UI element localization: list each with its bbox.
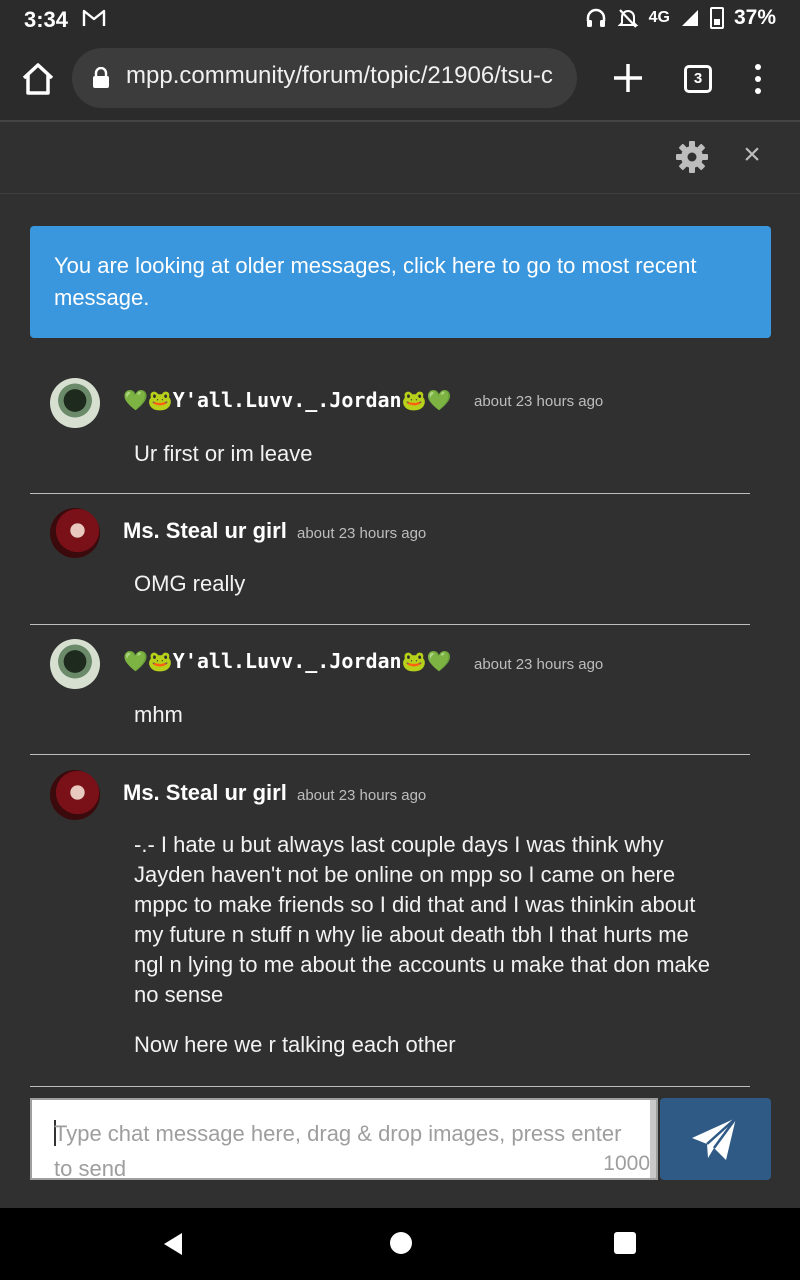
timestamp: about 23 hours ago xyxy=(474,393,604,410)
avatar[interactable] xyxy=(50,508,100,558)
older-messages-banner[interactable]: You are looking at older messages, click… xyxy=(30,226,771,338)
back-icon[interactable] xyxy=(162,1231,184,1257)
char-counter: 1000 xyxy=(603,1152,650,1175)
chat-message: 💚🐸Y'all.Luvv._.Jordan🐸💚 about 23 hours a… xyxy=(30,378,750,494)
headphones-icon xyxy=(586,8,605,27)
avatar[interactable] xyxy=(50,378,100,428)
chat-input-placeholder: Type chat message here, drag & drop imag… xyxy=(54,1121,622,1181)
address-bar[interactable]: mpp.community/forum/topic/21906/tsu-c xyxy=(72,48,577,108)
send-button[interactable] xyxy=(660,1098,771,1180)
message-text: mhm xyxy=(134,702,183,727)
message-text: -.- I hate u but always last couple days… xyxy=(134,832,711,1007)
avatar[interactable] xyxy=(50,639,100,689)
message-text: Now here we r talking each other xyxy=(134,1032,456,1057)
tab-switcher-button[interactable]: 3 xyxy=(684,65,712,93)
username[interactable]: Ms. Steal ur girl xyxy=(123,518,287,544)
battery-icon xyxy=(709,7,724,29)
gmail-icon xyxy=(82,9,106,26)
status-icons: 4G 37% xyxy=(585,6,776,30)
close-icon[interactable]: × xyxy=(740,140,764,170)
notifications-off-icon xyxy=(617,9,639,28)
status-time: 3:34 xyxy=(24,7,69,32)
plus-icon[interactable] xyxy=(608,58,648,98)
timestamp: about 23 hours ago xyxy=(297,525,427,542)
chat-header: × xyxy=(0,122,800,194)
message-text: OMG really xyxy=(134,571,246,596)
browser-toolbar: mpp.community/forum/topic/21906/tsu-c 3 xyxy=(0,38,800,120)
avatar[interactable] xyxy=(50,770,100,820)
username[interactable]: 💚🐸Y'all.Luvv._.Jordan🐸💚 xyxy=(123,388,451,412)
status-bar: 3:34 4G 37% xyxy=(0,0,800,38)
battery-percent: 37% xyxy=(733,6,776,29)
home-circle-icon[interactable] xyxy=(390,1232,412,1254)
url-text: mpp.community/forum/topic/21906/tsu-c xyxy=(126,62,553,89)
chat-message: Ms. Steal ur girl about 23 hours ago -.-… xyxy=(30,770,750,1087)
lock-icon xyxy=(93,67,109,88)
username[interactable]: Ms. Steal ur girl xyxy=(123,780,287,806)
recents-icon[interactable] xyxy=(614,1232,636,1254)
username[interactable]: 💚🐸Y'all.Luvv._.Jordan🐸💚 xyxy=(123,649,451,673)
network-type: 4G xyxy=(648,9,670,26)
timestamp: about 23 hours ago xyxy=(474,656,604,673)
chat-message: Ms. Steal ur girl about 23 hours ago OMG… xyxy=(30,508,750,625)
more-vert-icon[interactable] xyxy=(750,62,766,98)
input-scrollbar[interactable] xyxy=(650,1100,656,1178)
timestamp: about 23 hours ago xyxy=(297,787,427,804)
signal-icon xyxy=(681,10,698,26)
chat-panel: × You are looking at older messages, cli… xyxy=(0,120,800,1208)
system-nav-bar xyxy=(0,1208,800,1280)
gear-icon[interactable] xyxy=(674,139,710,175)
message-text: Ur first or im leave xyxy=(134,441,313,466)
home-icon[interactable] xyxy=(18,60,58,98)
send-icon xyxy=(692,1117,738,1160)
chat-message: 💚🐸Y'all.Luvv._.Jordan🐸💚 about 23 hours a… xyxy=(30,639,750,755)
chat-input[interactable]: Type chat message here, drag & drop imag… xyxy=(30,1098,658,1181)
